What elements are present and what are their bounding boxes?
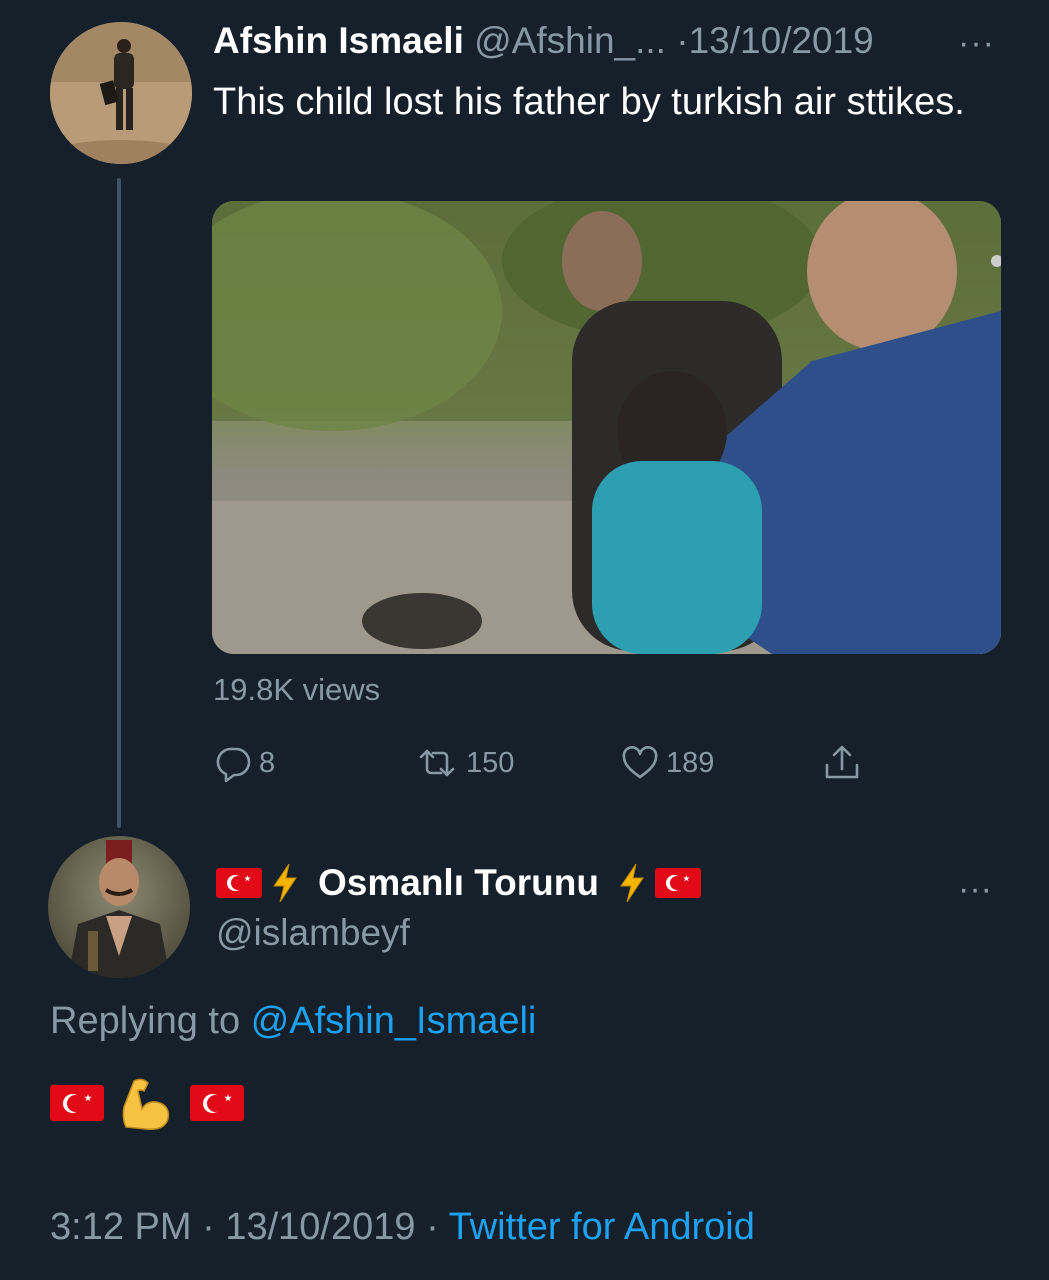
view-count: 19.8K views [213, 672, 381, 707]
turkish-flag-icon [654, 868, 701, 898]
tweet-text: This child lost his father by turkish ai… [213, 81, 965, 123]
tweet-footer: 3:12 PM · 13/10/2019 · Twitter for Andro… [50, 1206, 755, 1249]
author-handle[interactable]: @Afshin_... [474, 20, 666, 61]
retweet-icon [419, 749, 455, 777]
reply-icon [216, 747, 251, 783]
share-icon [825, 745, 859, 779]
video-thumbnail [212, 201, 1001, 654]
reply-button[interactable]: 8 [213, 740, 275, 786]
author-name[interactable]: Afshin Ismaeli [213, 20, 464, 61]
author-avatar[interactable] [50, 22, 192, 164]
turkish-flag-icon [216, 868, 262, 898]
tweet-header: Afshin Ismaeli @Afshin_... ·13/10/2019 [213, 20, 1003, 70]
like-button[interactable]: 189 [620, 740, 714, 786]
more-icon[interactable]: ··· [958, 24, 998, 62]
like-count: 189 [666, 746, 715, 779]
footer-separator: · [426, 1206, 439, 1248]
replying-prefix: Replying to [50, 1000, 241, 1042]
retweet-count: 150 [466, 746, 515, 779]
header-separator: · [676, 20, 689, 61]
tweet-date[interactable]: 13/10/2019 [689, 20, 874, 61]
avatar-photo [50, 22, 192, 164]
lightning-icon [619, 864, 644, 902]
turkish-flag-icon [50, 1085, 104, 1121]
like-icon [622, 746, 658, 779]
reply-author-name-row[interactable]: Osmanlı Torunu [216, 858, 701, 908]
more-icon[interactable]: ··· [958, 870, 998, 908]
flexed-biceps-icon [122, 1078, 170, 1131]
reply-text-emojis [50, 1073, 260, 1133]
reply-date[interactable]: 13/10/2019 [225, 1206, 415, 1248]
turkish-flag-icon [190, 1085, 244, 1121]
tweet-video[interactable] [212, 201, 1001, 654]
lightning-icon [273, 864, 297, 902]
replying-to: Replying to @Afshin_Ismaeli [50, 1000, 536, 1043]
footer-separator: · [202, 1206, 215, 1248]
reply-count: 8 [259, 746, 276, 779]
reply-time[interactable]: 3:12 PM [50, 1206, 192, 1248]
reply-author-avatar[interactable] [48, 836, 190, 978]
replying-to-link[interactable]: @Afshin_Ismaeli [251, 1000, 537, 1042]
tweet-source-link[interactable]: Twitter for Android [449, 1206, 755, 1248]
retweet-button[interactable]: 150 [414, 740, 514, 786]
avatar-illustration [68, 840, 170, 978]
reply-author-handle[interactable]: @islambeyf [216, 912, 410, 954]
reply-author-name[interactable]: Osmanlı Torunu [318, 862, 599, 904]
share-button[interactable] [822, 740, 868, 786]
thread-connector-line [117, 178, 121, 828]
